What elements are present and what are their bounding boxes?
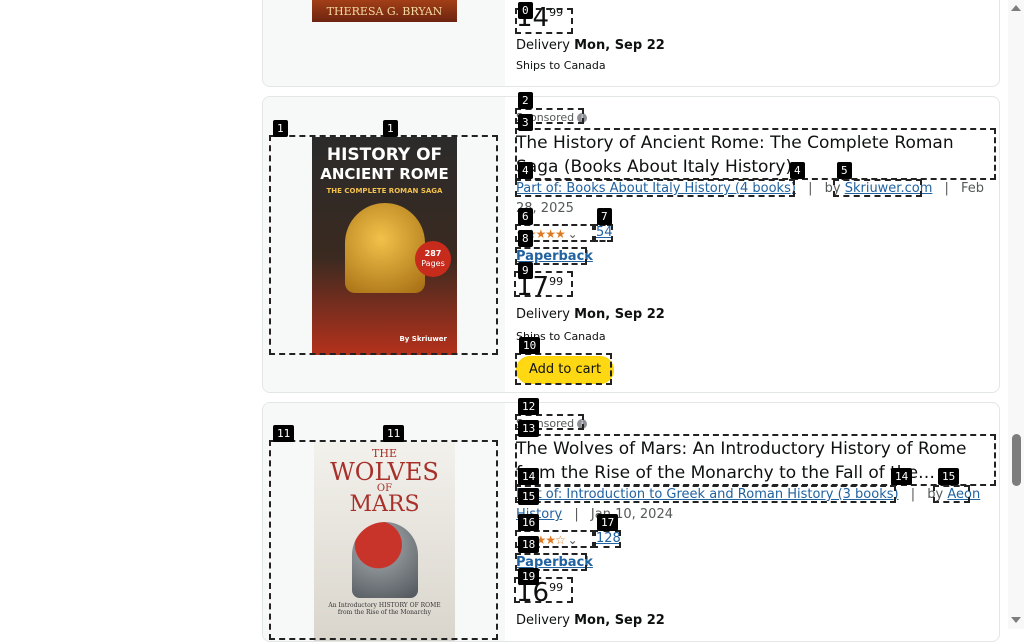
delivery-date: Mon, Sep 22 — [574, 613, 665, 628]
series-outline — [515, 485, 896, 503]
delivery-info: Delivery Mon, Sep 22 — [516, 306, 665, 324]
scroll-down-arrow-icon[interactable] — [1011, 617, 1021, 623]
scroll-up-arrow-icon[interactable] — [1011, 5, 1021, 11]
element-badge: 19 — [518, 568, 540, 585]
element-badge: 0 — [518, 2, 533, 19]
element-badge: 8 — [518, 230, 533, 247]
separator: | — [808, 181, 813, 196]
cover-outline — [269, 440, 498, 640]
element-badge: 12 — [518, 398, 540, 415]
element-badge: 5 — [837, 162, 852, 179]
element-badge: 4 — [518, 162, 533, 179]
result-card-0: THERESA G. BRYAN 14 99 Delivery Mon, Sep… — [262, 0, 1000, 87]
separator: | — [944, 181, 949, 196]
title-outline — [515, 128, 996, 180]
element-badge: 15 — [938, 468, 960, 485]
separator: | — [910, 487, 916, 502]
separator: | — [574, 507, 579, 522]
book-cover-image[interactable]: THERESA G. BRYAN — [312, 0, 457, 22]
delivery-info: Delivery Mon, Sep 22 — [516, 612, 665, 630]
element-badge: 7 — [597, 208, 612, 225]
delivery-label: Delivery — [516, 38, 570, 53]
element-badge: 10 — [519, 337, 541, 354]
author-outline — [833, 179, 922, 197]
delivery-date: Mon, Sep 22 — [574, 38, 665, 53]
element-badge: 16 — [518, 514, 540, 531]
delivery-label: Delivery — [516, 613, 570, 628]
element-badge: 6 — [518, 208, 533, 225]
count-outline — [592, 530, 621, 548]
element-badge: 11 — [273, 425, 295, 442]
element-badge: 14 — [891, 468, 913, 485]
element-badge: 15 — [518, 488, 540, 505]
element-badge: 18 — [518, 536, 540, 553]
cover-author: THERESA G. BRYAN — [326, 5, 443, 18]
scrollbar-thumb[interactable] — [1012, 434, 1021, 486]
element-badge: 3 — [518, 114, 533, 131]
series-outline — [515, 179, 795, 197]
ships-to: Ships to Canada — [516, 59, 606, 72]
cover-outline — [269, 135, 498, 355]
element-badge: 4 — [790, 162, 805, 179]
delivery-info: Delivery Mon, Sep 22 — [516, 37, 665, 55]
author-outline — [933, 485, 970, 503]
delivery-date: Mon, Sep 22 — [574, 307, 665, 322]
element-badge: 1 — [383, 120, 398, 137]
element-badge: 11 — [383, 425, 405, 442]
element-badge: 14 — [518, 468, 540, 485]
element-badge: 13 — [518, 420, 540, 437]
count-outline — [592, 224, 613, 242]
cart-outline — [515, 353, 612, 385]
element-badge: 17 — [597, 514, 619, 531]
element-badge: 9 — [518, 262, 533, 279]
delivery-label: Delivery — [516, 307, 570, 322]
element-badge: 2 — [518, 92, 533, 109]
element-badge: 1 — [273, 120, 288, 137]
title-outline — [515, 434, 996, 486]
vertical-scrollbar[interactable] — [1008, 0, 1024, 629]
